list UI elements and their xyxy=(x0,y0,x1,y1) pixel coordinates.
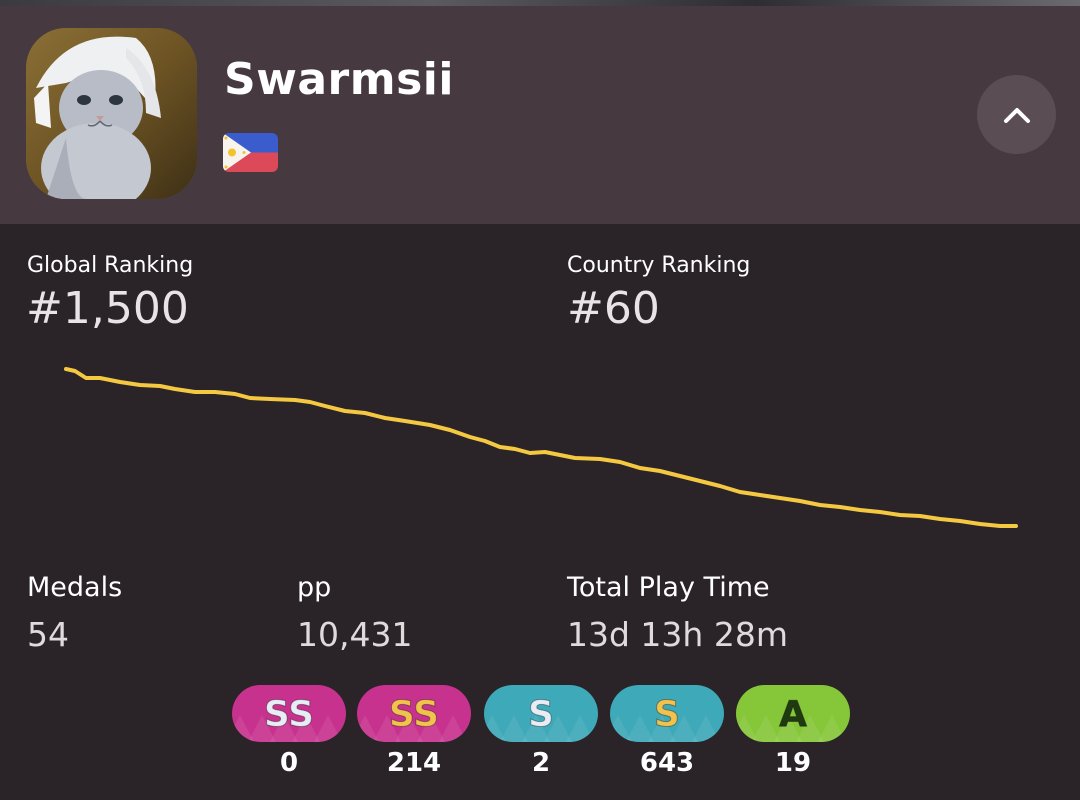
chevron-up-icon xyxy=(1003,107,1030,123)
total-play-time-value: 13d 13h 28m xyxy=(567,615,788,654)
country-ranking-label: Country Ranking xyxy=(567,253,751,278)
global-ranking-value: #1,500 xyxy=(26,283,189,334)
rank-history-graph[interactable] xyxy=(0,350,1080,550)
avatar[interactable] xyxy=(26,28,197,199)
flag-philippines-icon[interactable] xyxy=(223,133,278,172)
collapse-button[interactable] xyxy=(977,75,1056,154)
medals-value: 54 xyxy=(27,615,69,654)
global-ranking-label: Global Ranking xyxy=(27,253,194,278)
username: Swarmsii xyxy=(224,54,454,105)
pp-value: 10,431 xyxy=(297,615,413,654)
grade-letter: SS xyxy=(389,694,439,735)
grade-s-silver-icon: S xyxy=(484,685,598,742)
grade-ss-silver-icon: SS xyxy=(232,685,346,742)
grade-letter: SS xyxy=(264,694,314,735)
grade-letter: S xyxy=(654,694,680,735)
rank-history-line xyxy=(64,367,1018,528)
grade-count: 643 xyxy=(639,748,695,778)
pp-label: pp xyxy=(297,572,332,603)
total-play-time-label: Total Play Time xyxy=(567,572,770,603)
grade-letter: A xyxy=(779,694,807,735)
grade-s-gold-icon: S xyxy=(610,685,724,742)
country-ranking-value: #60 xyxy=(567,283,660,334)
medals-label: Medals xyxy=(27,572,123,603)
grade-count: 19 xyxy=(774,748,812,778)
profile-header: Swarmsii xyxy=(0,6,1080,224)
avatar-cat-image xyxy=(26,28,197,199)
grade-a-icon: A xyxy=(736,685,850,742)
grade-count: 214 xyxy=(386,748,442,778)
grade-count: 2 xyxy=(531,748,551,778)
grade-letter: S xyxy=(528,694,554,735)
grade-count: 0 xyxy=(279,748,299,778)
grade-ss-gold-icon: SS xyxy=(357,685,471,742)
